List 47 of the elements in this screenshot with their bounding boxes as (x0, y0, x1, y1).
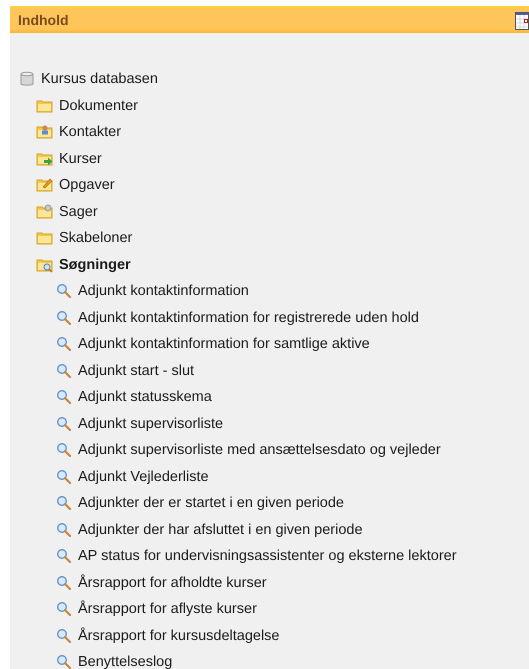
search-icon (55, 310, 73, 326)
search-icon (55, 522, 73, 538)
search-icon (55, 389, 73, 406)
tree-item[interactable]: Benyttelseslog (78, 654, 172, 669)
calendar-icon[interactable] (515, 10, 529, 30)
folder-icon (36, 98, 54, 114)
search-icon (55, 468, 73, 485)
tree-item[interactable]: Adjunkter der er startet i en given periode (78, 495, 344, 512)
tree-item[interactable]: Skabeloner (59, 230, 132, 246)
panel-title: Indhold (18, 12, 69, 28)
tree-item[interactable]: Adjunkt supervisorliste med ansættelsesdato og vejleder (78, 442, 441, 458)
search-icon (55, 601, 73, 618)
tree-item[interactable]: Adjunkt Vejlederliste (78, 468, 209, 485)
tree-item[interactable]: Dokumenter (59, 98, 138, 114)
search-icon (55, 495, 73, 512)
tree-item[interactable]: Adjunkt supervisorliste (78, 416, 224, 432)
search-icon (55, 548, 73, 564)
tree-item[interactable]: Adjunkt kontaktinformation (78, 283, 249, 300)
tree-item[interactable]: Adjunkt kontaktinformation for samtlige aktive (78, 336, 370, 352)
search-icon (55, 362, 73, 379)
tree-item[interactable]: Adjunkt statusskema (78, 389, 212, 406)
tree-item[interactable]: Årsrapport for aflyste kurser (78, 601, 257, 618)
tree-item[interactable]: Årsrapport for kursusdeltagelse (78, 628, 280, 644)
tree-item[interactable]: Kontakter (59, 124, 122, 140)
folder-search-icon (36, 256, 54, 273)
folder-pen-icon (36, 177, 54, 194)
tree-item[interactable]: Kursus databasen (41, 71, 158, 88)
folder-person-icon (36, 124, 54, 140)
tree-item[interactable]: Kurser (59, 150, 102, 167)
search-icon (55, 336, 73, 352)
tree-item[interactable]: Adjunkt start - slut (78, 362, 194, 379)
tree-item[interactable]: Årsrapport for afholdte kurser (78, 574, 267, 591)
tree-item[interactable]: Adjunkter der har afsluttet i en given periode (78, 522, 363, 538)
folder-icon (36, 230, 54, 246)
database-icon (18, 71, 36, 88)
tree-item[interactable]: AP status for undervisningsassistenter og eksterne lektorer (78, 548, 457, 564)
tree-item[interactable]: Sager (59, 204, 98, 220)
tree-item[interactable]: Adjunkt kontaktinformation for registrerede uden hold (78, 310, 419, 326)
tree-item[interactable]: Opgaver (59, 177, 115, 194)
search-icon (55, 654, 73, 669)
search-icon (55, 283, 73, 300)
search-icon (55, 442, 73, 458)
folder-arrow-icon (36, 150, 54, 167)
tree-item[interactable]: Søgninger (59, 256, 131, 273)
search-icon (55, 628, 73, 644)
search-icon (55, 416, 73, 432)
search-icon (55, 574, 73, 591)
